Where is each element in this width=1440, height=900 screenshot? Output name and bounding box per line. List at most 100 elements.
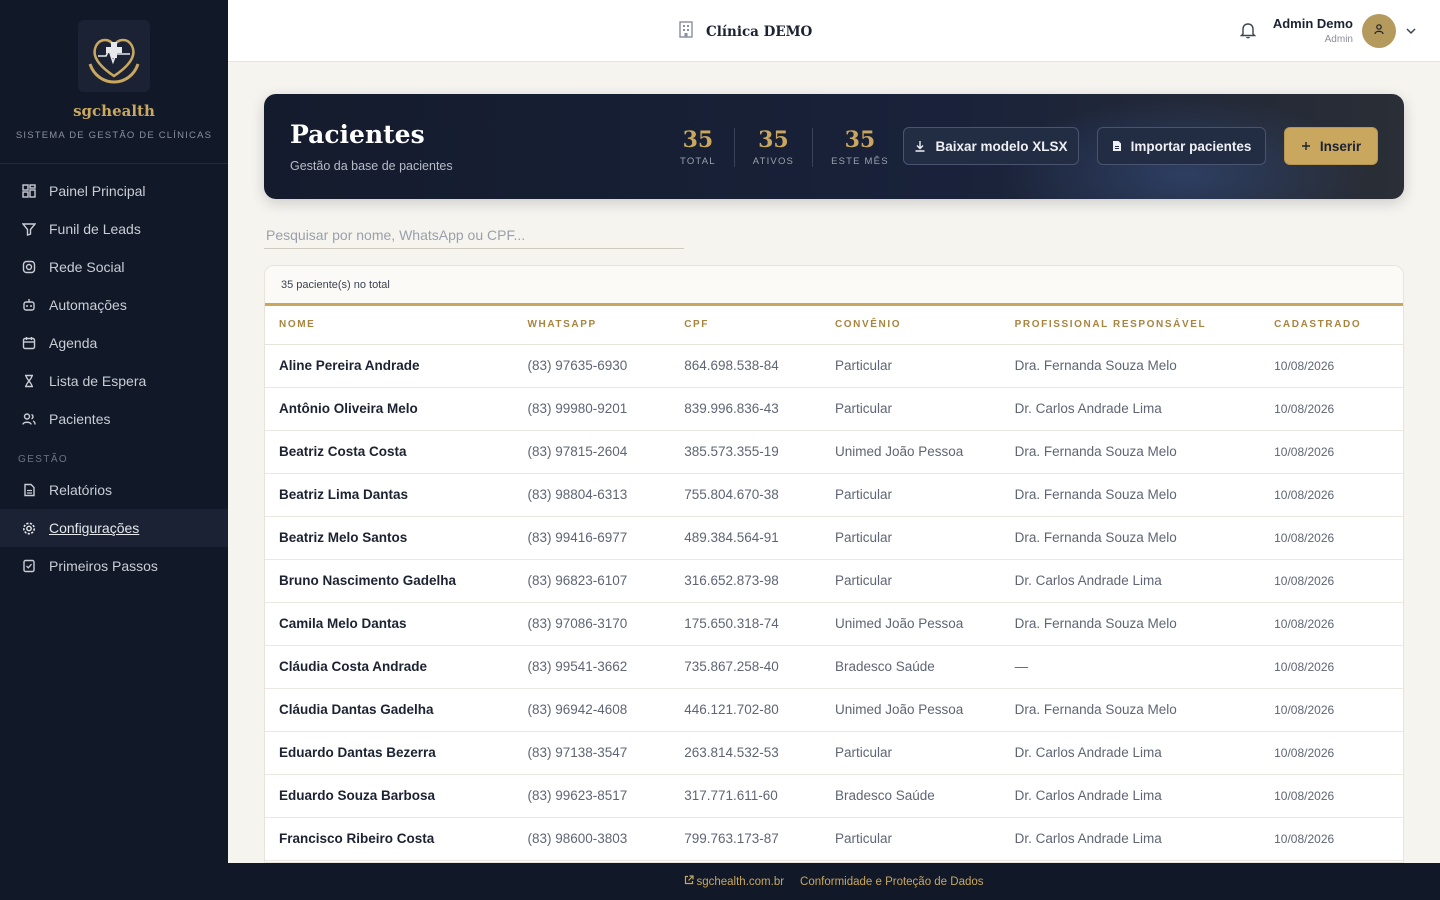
cell-profissional: Dr. Carlos Andrade Lima (1000, 387, 1261, 431)
download-icon (914, 140, 926, 152)
column-header[interactable]: NOME (265, 306, 514, 345)
cell-cpf: 755.804.670-38 (670, 473, 821, 517)
sidebar-item-label: Funil de Leads (49, 221, 141, 237)
sidebar-item-funil[interactable]: Funil de Leads (0, 210, 228, 248)
cell-convenio: Particular (820, 344, 1001, 388)
sidebar-item-automacoes[interactable]: Automações (0, 286, 228, 324)
cell-name: Camila Melo Dantas (265, 602, 514, 646)
cell-cpf: 385.573.355-19 (670, 430, 821, 474)
column-header[interactable]: CPF (670, 306, 821, 345)
cell-name: Bruno Nascimento Gadelha (265, 559, 514, 603)
cell-cpf: 446.121.702-80 (670, 688, 821, 732)
import-patients-button[interactable]: Importar pacientes (1097, 127, 1266, 165)
cell-whatsapp: (83) 98600-3803 (513, 817, 671, 861)
table-row[interactable]: Beatriz Lima Dantas (83) 98804-6313 755.80… (265, 473, 1403, 517)
table-row[interactable]: Eduardo Souza Barbosa (83) 99623-8517 317.… (265, 774, 1403, 818)
plus-icon (1301, 141, 1311, 151)
user-name: Admin Demo (1272, 16, 1353, 31)
cell-name: Cláudia Costa Andrade (265, 645, 514, 689)
cell-convenio: Unimed João Pessoa (820, 602, 1001, 646)
table-row[interactable]: Eduardo Dantas Bezerra (83) 97138-3547 263… (265, 731, 1403, 775)
cell-cadastrado: 10/08/2026 (1260, 473, 1403, 517)
cell-convenio: Particular (820, 473, 1001, 517)
cell-convenio: Unimed João Pessoa (820, 430, 1001, 474)
cell-whatsapp: (83) 97138-3547 (513, 731, 671, 775)
column-header[interactable]: CADASTRADO (1260, 306, 1403, 345)
sidebar-item-label: Rede Social (49, 259, 125, 275)
table-row[interactable]: Antônio Oliveira Melo (83) 99980-9201 839.… (265, 387, 1403, 431)
cell-name: Aline Pereira Andrade (265, 344, 514, 388)
user-info[interactable]: Admin Demo Admin (1273, 16, 1353, 45)
cell-whatsapp: (83) 96942-4608 (513, 688, 671, 732)
cell-profissional: Dra. Fernanda Souza Melo (1000, 602, 1261, 646)
cell-whatsapp: (83) 96823-6107 (513, 559, 671, 603)
file-icon (1112, 140, 1122, 152)
clinic-selector[interactable]: Clínica DEMO (678, 20, 812, 43)
insert-button[interactable]: Inserir (1284, 127, 1378, 165)
table-row[interactable]: Beatriz Melo Santos (83) 99416-6977 489.38… (265, 516, 1403, 560)
cell-cpf: 799.763.173-87 (670, 817, 821, 861)
cell-cpf: 175.650.318-74 (670, 602, 821, 646)
sidebar-item-label: Agenda (49, 335, 98, 351)
table-row[interactable]: Cláudia Dantas Gadelha (83) 96942-4608 446… (265, 688, 1403, 732)
sidebar: sgchealth SISTEMA DE GESTÃO DE CLÍNICAS … (0, 0, 228, 900)
cell-profissional: Dr. Carlos Andrade Lima (1000, 559, 1261, 603)
cell-profissional: Dra. Fernanda Souza Melo (1000, 344, 1261, 388)
checklist-icon (22, 559, 36, 573)
sidebar-item-label: Lista de Espera (49, 373, 147, 389)
sidebar-item-label: Configurações (49, 520, 140, 536)
sidebar-item-label: Relatórios (49, 482, 113, 498)
sidebar-item-relatorios[interactable]: Relatórios (0, 471, 228, 509)
cell-convenio: Particular (820, 559, 1001, 603)
avatar[interactable] (1362, 14, 1396, 48)
sidebar-item-agenda[interactable]: Agenda (0, 324, 228, 362)
cell-cadastrado: 10/08/2026 (1260, 688, 1403, 732)
sidebar-item-label: Painel Principal (49, 183, 146, 199)
column-header[interactable]: CONVÊNIO (820, 306, 1001, 345)
cell-cadastrado: 10/08/2026 (1260, 559, 1403, 603)
hourglass-icon (22, 374, 36, 388)
cell-cadastrado: 10/08/2026 (1260, 602, 1403, 646)
cell-whatsapp: (83) 97086-3170 (513, 602, 671, 646)
sidebar-item-pacientes[interactable]: Pacientes (0, 400, 228, 438)
table-row[interactable]: Cláudia Costa Andrade (83) 99541-3662 735.… (265, 645, 1403, 689)
column-header[interactable]: PROFISSIONAL RESPONSÁVEL (1000, 306, 1261, 345)
sidebar-item-painel[interactable]: Painel Principal (0, 172, 228, 210)
cell-cadastrado: 10/08/2026 (1260, 516, 1403, 560)
top-header: Clínica DEMO Admin Demo Admin (228, 0, 1440, 62)
patients-count: 35 paciente(s) no total (265, 266, 1403, 306)
page-subtitle: Gestão da base de pacientes (290, 159, 453, 173)
users-icon (22, 412, 36, 426)
table-row[interactable]: Camila Melo Dantas (83) 97086-3170 175.650… (265, 602, 1403, 646)
brand-subtitle: SISTEMA DE GESTÃO DE CLÍNICAS (15, 130, 213, 141)
cell-convenio: Bradesco Saúde (820, 645, 1001, 689)
table-row[interactable]: Bruno Nascimento Gadelha (83) 96823-6107 3… (265, 559, 1403, 603)
sidebar-item-label: Primeiros Passos (49, 558, 158, 574)
instagram-icon (22, 260, 36, 274)
stat-value: 35 (682, 127, 714, 153)
dashboard-icon (22, 184, 36, 198)
table-row[interactable]: Aline Pereira Andrade (83) 97635-6930 864.… (265, 344, 1403, 388)
sidebar-item-rede-social[interactable]: Rede Social (0, 248, 228, 286)
cell-name: Eduardo Dantas Bezerra (265, 731, 514, 775)
clinic-name: Clínica DEMO (706, 23, 813, 40)
table-row[interactable]: Francisco Ribeiro Costa (83) 98600-3803 79… (265, 817, 1403, 861)
cell-cadastrado: 10/08/2026 (1260, 430, 1403, 474)
user-role: Admin (1324, 34, 1353, 45)
footer-compliance-link[interactable]: Conformidade e Proteção de Dados (800, 876, 983, 888)
cell-name: Beatriz Costa Costa (265, 430, 514, 474)
column-header[interactable]: WHATSAPP (513, 306, 671, 345)
footer-site-link[interactable]: sgchealth.com.br (696, 876, 784, 888)
sidebar-item-configuracoes[interactable]: Configurações (0, 509, 228, 547)
sidebar-item-label: Automações (49, 297, 127, 313)
table-body: Aline Pereira Andrade (83) 97635-6930 864.… (265, 344, 1403, 861)
stat-label: ATIVOS (752, 156, 795, 167)
gear-icon (22, 521, 36, 535)
sidebar-item-primeiros-passos[interactable]: Primeiros Passos (0, 547, 228, 585)
chevron-down-icon[interactable] (1405, 24, 1417, 42)
search-input[interactable] (264, 222, 684, 249)
table-row[interactable]: Beatriz Costa Costa (83) 97815-2604 385.57… (265, 430, 1403, 474)
bell-icon[interactable] (1239, 21, 1257, 44)
download-xlsx-button[interactable]: Baixar modelo XLSX (903, 127, 1079, 165)
sidebar-item-lista-espera[interactable]: Lista de Espera (0, 362, 228, 400)
